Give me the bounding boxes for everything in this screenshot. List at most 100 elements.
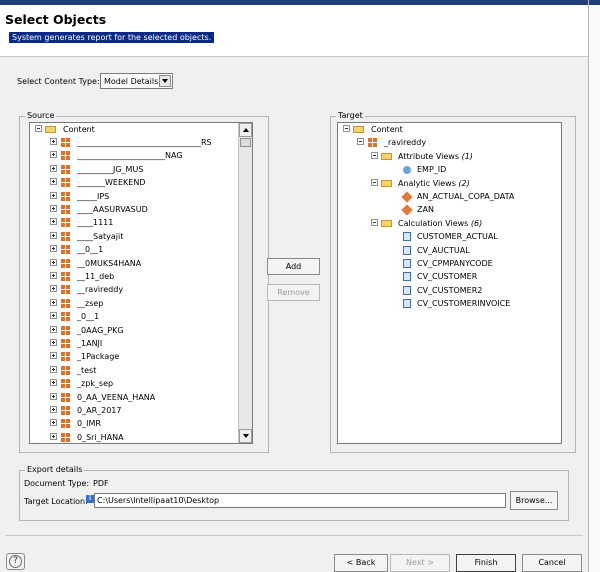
source-package-row[interactable]: 0_IMR [50,417,240,430]
target-object-row[interactable]: CV_CPMPANYCODE [393,257,561,270]
target-group-row[interactable]: Analytic Views (2) [371,177,561,190]
source-package-row[interactable]: 0_Sri_HANA [50,431,240,443]
calculation-view-icon [403,259,411,268]
package-icon [61,419,70,429]
expand-icon[interactable] [50,352,57,360]
expand-icon[interactable] [50,272,57,279]
browse-button[interactable]: Browse... [510,491,558,510]
analytic-view-icon [401,191,413,203]
expand-icon[interactable] [50,191,57,199]
target-root[interactable]: Content [343,123,543,136]
source-package-row[interactable]: __zsep [50,297,240,310]
target-object-row[interactable]: AN_ACTUAL_COPA_DATA [393,190,561,203]
target-object-row[interactable]: CV_CUSTOMER2 [393,284,561,297]
next-button[interactable]: Next > [390,554,450,572]
source-package-row[interactable]: _0__1 [50,310,240,323]
target-tree[interactable]: Content _ravireddy Attribute Views (1) EMP_… [337,122,562,444]
remove-button[interactable]: Remove [267,284,320,301]
source-package-row[interactable]: _zpk_sep [50,377,240,390]
source-package-row[interactable]: ____Satyajit [50,230,240,243]
expand-icon[interactable] [50,406,57,413]
source-package-row[interactable]: ____1111 [50,216,240,229]
target-object-row[interactable]: EMP_ID [393,163,561,176]
scroll-thumb[interactable] [240,138,251,147]
expand-icon[interactable] [50,379,57,387]
source-package-row[interactable]: _____IPS [50,190,240,203]
expand-icon[interactable] [50,205,57,212]
source-package-row[interactable]: ____AASURVASUD [50,203,240,216]
target-group-row[interactable]: Attribute Views (1) [371,150,561,163]
source-package-row[interactable]: __ravireddy [50,283,240,296]
target-object-row[interactable]: CUSTOMER_ACTUAL [393,230,561,243]
target-group-row[interactable]: Calculation Views (6) [371,217,561,230]
source-package-row[interactable]: _test [50,364,240,377]
expand-icon[interactable] [50,245,57,253]
collapse-icon[interactable] [343,125,350,132]
expand-icon[interactable] [50,392,57,400]
collapse-icon[interactable] [357,138,364,146]
source-package-row[interactable]: __11_deb [50,270,240,283]
expand-icon[interactable] [50,258,57,266]
expand-icon[interactable] [50,339,57,346]
target-location-value: C:\Users\Intellipaat10\Desktop [97,496,220,505]
content-type-select[interactable]: Model Details [100,73,173,89]
source-scrollbar[interactable] [238,123,252,443]
collapse-icon[interactable] [371,218,378,226]
folder-icon [381,152,392,160]
source-package-row[interactable]: _______________________________RS [50,136,240,149]
source-package-label: _______________________________RS [77,138,212,147]
finish-button[interactable]: Finish [456,554,516,572]
expand-icon[interactable] [50,218,57,226]
source-package-row[interactable]: _________JG_MUS [50,163,240,176]
expand-icon[interactable] [50,325,57,333]
dropdown-arrow-icon[interactable] [159,75,171,87]
expand-icon[interactable] [50,432,57,440]
package-icon [61,352,70,362]
add-button[interactable]: Add [267,258,320,275]
back-button[interactable]: < Back [334,554,388,572]
scroll-down-button[interactable] [239,429,252,443]
target-object-row[interactable]: CV_AUCTUAL [393,244,561,257]
target-object-row[interactable]: CV_CUSTOMERINVOICE [393,297,561,310]
source-package-label: _0AAG_PKG [77,325,124,335]
source-tree[interactable]: Content _______________________________R… [29,122,253,444]
package-icon [61,406,70,415]
folder-icon [381,179,392,187]
expand-icon[interactable] [50,151,57,159]
source-package-row[interactable]: _______WEEKEND [50,176,240,189]
source-package-label: ____AASURVASUD [77,205,148,214]
source-package-row[interactable]: 0_AA_VEENA_HANA [50,391,240,404]
collapse-icon[interactable] [35,125,42,132]
expand-icon[interactable] [50,164,57,172]
info-icon: i [86,495,94,503]
source-package-row[interactable]: __0__1 [50,243,240,256]
expand-icon[interactable] [50,419,57,427]
help-button[interactable]: ? [6,553,25,570]
source-package-row[interactable]: __0MUKS4HANA [50,257,240,270]
scroll-up-button[interactable] [239,123,252,137]
target-object-row[interactable]: CV_CUSTOMER [393,270,561,283]
source-package-row[interactable]: _1ANJI [50,337,240,350]
source-package-row[interactable]: 0_AR_2017 [50,404,240,417]
expand-icon[interactable] [50,312,57,320]
target-object-row[interactable]: ZAN [393,203,561,217]
target-package[interactable]: _ravireddy [357,136,557,149]
expand-icon[interactable] [50,285,57,293]
expand-icon[interactable] [50,138,57,145]
source-root[interactable]: Content [35,123,235,136]
source-package-row[interactable]: _1Package [50,350,240,363]
package-icon [61,272,70,281]
expand-icon[interactable] [50,298,57,306]
target-location-input[interactable]: C:\Users\Intellipaat10\Desktop [94,493,506,508]
package-icon [61,138,70,147]
target-legend: Target [336,111,365,120]
expand-icon[interactable] [50,365,57,373]
source-package-row[interactable]: _0AAG_PKG [50,324,240,337]
expand-icon[interactable] [50,178,57,186]
cancel-button[interactable]: Cancel [522,554,582,572]
collapse-icon[interactable] [371,178,378,186]
expand-icon[interactable] [50,231,57,239]
collapse-icon[interactable] [371,151,378,159]
source-package-row[interactable]: ______________________NAG [50,149,240,162]
source-package-label: 0_IMR [77,419,101,429]
